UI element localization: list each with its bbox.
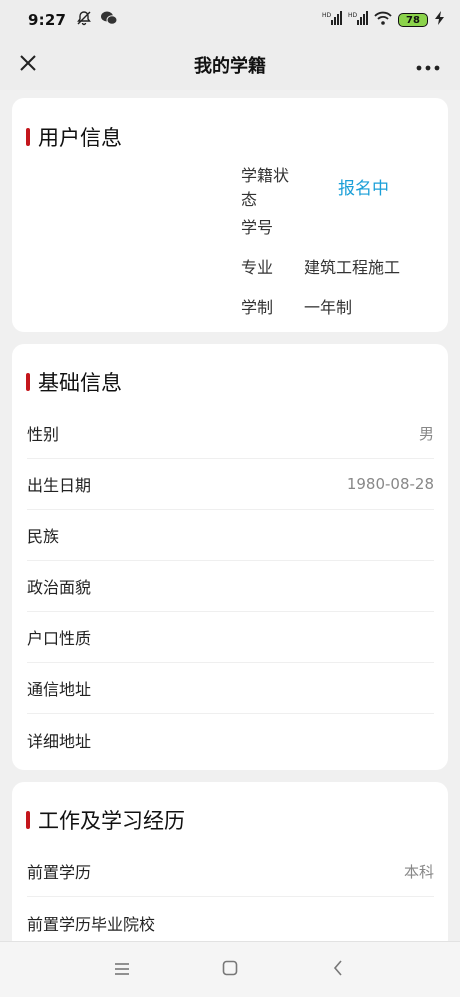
signal-icon: HD [322, 11, 342, 29]
signal-icon: HD [348, 11, 368, 29]
back-button[interactable] [323, 955, 353, 985]
info-row-birthdate[interactable]: 出生日期 1980-08-28 [27, 459, 434, 510]
row-value: 1980-08-28 [346, 475, 434, 493]
user-info-row: 学制 一年制 [241, 286, 400, 326]
row-label: 详细地址 [27, 731, 92, 751]
info-row-hukou-type[interactable]: 户口性质 [27, 612, 434, 663]
row-label: 民族 [27, 527, 60, 546]
row-label: 学号 [241, 218, 274, 237]
close-icon [18, 53, 38, 77]
wechat-icon [100, 10, 118, 30]
row-value: 本科 [403, 862, 434, 881]
page-title: 我的学籍 [194, 56, 266, 77]
info-row-prior-education[interactable]: 前置学历 本科 [27, 846, 434, 897]
battery-icon: 78 [398, 13, 428, 27]
info-row-political-status[interactable]: 政治面貌 [27, 561, 434, 612]
home-button[interactable] [215, 955, 245, 985]
user-info-list: 学籍状态 报名中 学号 专业 建筑工程施工 学制 一年制 [241, 166, 400, 326]
section-title: 工作及学习经历 [38, 809, 185, 833]
row-label: 通信地址 [27, 680, 92, 699]
section-header: 工作及学习经历 [12, 806, 448, 834]
row-label: 前置学历毕业院校 [27, 914, 156, 934]
row-label: 户口性质 [27, 629, 92, 648]
accent-bar [26, 373, 30, 391]
row-label: 前置学历 [27, 863, 92, 882]
back-chevron-icon [333, 959, 343, 980]
more-dots-icon [416, 56, 440, 75]
user-info-row: 学号 [241, 206, 400, 246]
svg-text:HD: HD [322, 12, 332, 19]
charging-icon [434, 11, 446, 29]
menu-button[interactable] [107, 955, 137, 985]
experience-card: 工作及学习经历 前置学历 本科 前置学历毕业院校 [12, 782, 448, 952]
row-value: 建筑工程施工 [304, 258, 401, 277]
user-info-row: 专业 建筑工程施工 [241, 246, 400, 286]
row-label: 学籍状态 [241, 166, 290, 209]
basic-info-card: 基础信息 性别 男 出生日期 1980-08-28 民族 政治面貌 户口性质 通… [12, 344, 448, 770]
more-button[interactable] [410, 49, 446, 81]
section-header: 用户信息 [12, 123, 448, 151]
muted-bell-icon [76, 10, 92, 30]
section-title: 基础信息 [38, 371, 122, 395]
info-row-mailing-address[interactable]: 通信地址 [27, 663, 434, 714]
wifi-icon [374, 11, 392, 29]
close-button[interactable] [12, 49, 44, 81]
svg-text:HD: HD [348, 12, 358, 19]
row-label: 性别 [27, 425, 60, 444]
info-row-ethnicity[interactable]: 民族 [27, 510, 434, 561]
info-row-detailed-address[interactable]: 详细地址 [27, 714, 434, 765]
clock: 9:27 [28, 11, 67, 29]
home-square-icon [222, 960, 238, 980]
system-nav-bar [0, 941, 460, 997]
row-label: 出生日期 [27, 476, 92, 495]
user-info-row: 学籍状态 报名中 [241, 166, 400, 209]
section-title: 用户信息 [38, 126, 122, 150]
app-header: 我的学籍 [0, 40, 460, 90]
row-label: 学制 [241, 298, 274, 317]
status-badge: 报名中 [338, 178, 389, 199]
status-bar: 9:27 HD HD 78 [0, 0, 460, 40]
section-header: 基础信息 [12, 368, 448, 396]
info-row-gender[interactable]: 性别 男 [27, 408, 434, 459]
user-info-card: 用户信息 学籍状态 报名中 学号 专业 建筑工程施工 学制 一年制 [12, 98, 448, 332]
row-label: 专业 [241, 258, 274, 277]
accent-bar [26, 128, 30, 146]
row-label: 政治面貌 [27, 578, 92, 597]
row-value: 男 [418, 424, 434, 443]
menu-icon [114, 960, 130, 979]
accent-bar [26, 811, 30, 829]
row-value: 一年制 [304, 298, 353, 317]
